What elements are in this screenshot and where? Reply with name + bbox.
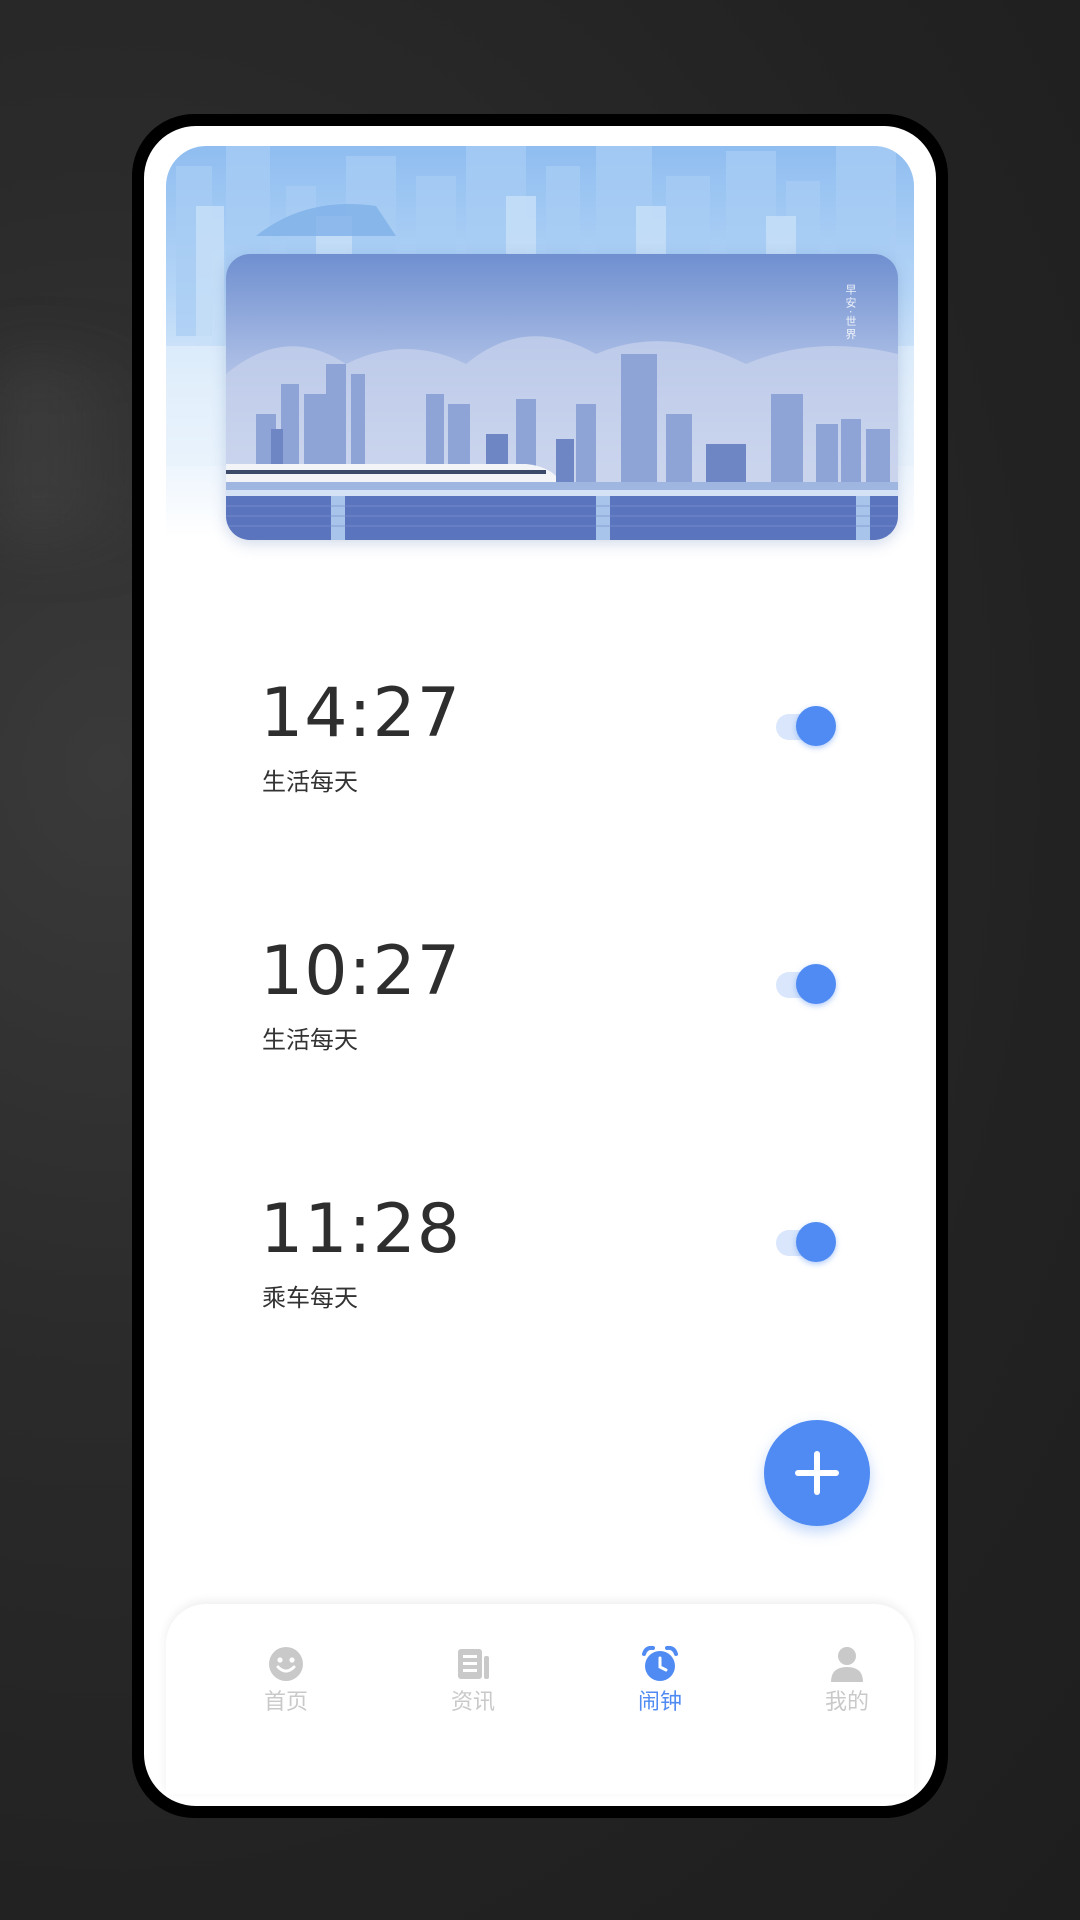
alarm-clock-icon [640,1644,680,1684]
tab-label: 首页 [263,1690,308,1715]
plus-icon [795,1451,839,1495]
tab-news[interactable]: 资讯 [423,1644,523,1718]
toggle-knob [796,1222,836,1262]
smiley-icon [266,1644,306,1684]
toggle-knob [796,964,836,1004]
alarm-label: 生活每天 [262,1026,358,1054]
alarm-item[interactable]: 11:28 乘车每天 [144,1190,936,1390]
cityscape-train-illustration [226,336,898,540]
tab-home[interactable]: 首页 [236,1644,336,1718]
alarm-item[interactable]: 10:27 生活每天 [144,932,936,1132]
alarm-label: 生活每天 [262,768,358,796]
alarm-toggle[interactable] [776,964,836,1004]
toggle-knob [796,706,836,746]
tab-alarm[interactable]: 闹钟 [610,1644,710,1718]
alarm-label: 乘车每天 [262,1284,358,1312]
bottom-tab-bar: 首页 资讯 闹钟 我的 [166,1604,914,1794]
banner-card: 早安·世界 [226,254,898,540]
add-alarm-button[interactable] [764,1420,870,1526]
alarm-toggle[interactable] [776,1222,836,1262]
news-icon [453,1644,493,1684]
app-screen: 早安·世界 14:27 生活每天 10:27 生活每天 11:28 乘车每天 首… [144,126,936,1806]
tab-label: 闹钟 [637,1690,682,1715]
alarm-time: 14:27 [260,674,461,753]
alarm-item[interactable]: 14:27 生活每天 [144,674,936,874]
alarm-time: 10:27 [260,932,461,1011]
alarm-toggle[interactable] [776,706,836,746]
tab-label: 我的 [824,1690,869,1715]
alarm-time: 11:28 [260,1190,461,1269]
tab-profile[interactable]: 我的 [797,1644,897,1718]
tab-label: 资讯 [450,1690,495,1715]
person-icon [827,1644,867,1684]
banner-caption: 早安·世界 [844,284,857,342]
phone-frame: 早安·世界 14:27 生活每天 10:27 生活每天 11:28 乘车每天 首… [132,114,948,1818]
header-banner: 早安·世界 [166,146,914,636]
